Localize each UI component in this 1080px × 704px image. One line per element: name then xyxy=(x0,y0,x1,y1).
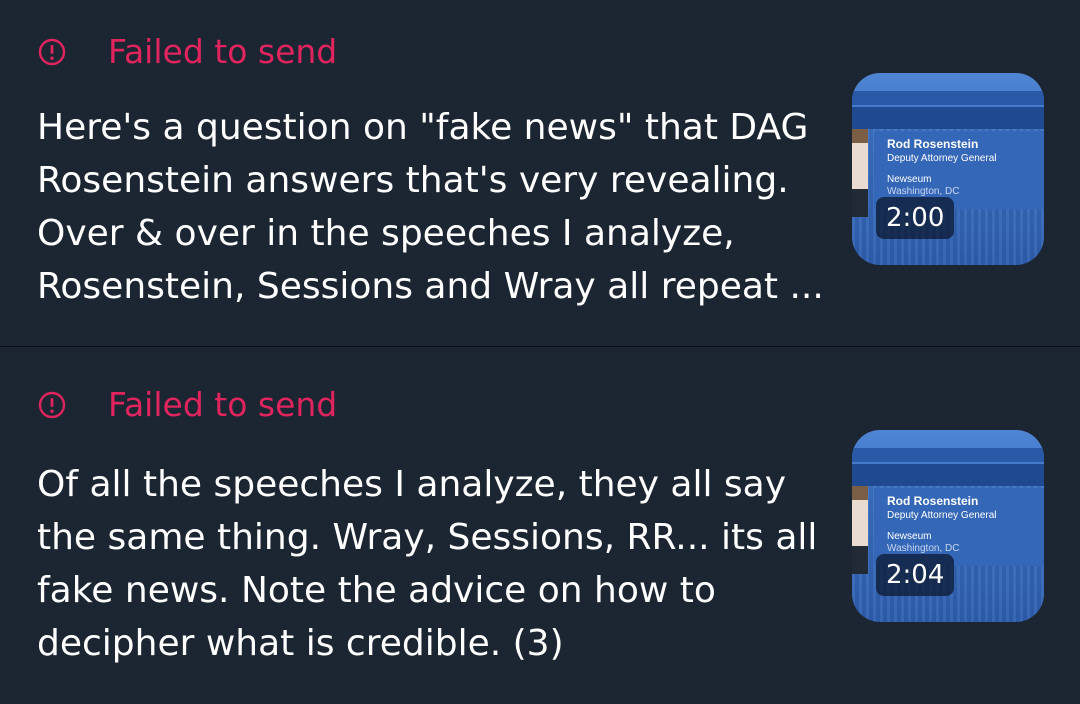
video-thumbnail[interactable]: Rod Rosenstein Deputy Attorney General N… xyxy=(852,73,1044,265)
video-duration-badge: 2:04 xyxy=(876,554,955,596)
speaker-image xyxy=(852,486,868,574)
video-duration-badge: 2:00 xyxy=(876,197,955,239)
failed-status-label: Failed to send xyxy=(108,32,338,71)
failed-status-label: Failed to send xyxy=(108,385,338,424)
failed-tweet-item[interactable]: Failed to send Of all the speeches I ana… xyxy=(0,348,1080,704)
tweet-text: Of all the speeches I analyze, they all … xyxy=(37,464,818,664)
video-thumbnail[interactable]: Rod Rosenstein Deputy Attorney General N… xyxy=(852,430,1044,622)
alert-circle-icon xyxy=(38,38,66,66)
speaker-image xyxy=(852,129,868,217)
speaker-name: Rod Rosenstein xyxy=(887,494,979,508)
tweet-text: Here's a question on "fake news" that DA… xyxy=(37,107,824,307)
alert-circle-icon xyxy=(38,391,66,419)
speaker-name: Rod Rosenstein xyxy=(887,137,979,151)
speaker-title: Deputy Attorney General xyxy=(887,153,997,164)
location-label: Washington, DC xyxy=(887,186,960,197)
failed-status-row: Failed to send xyxy=(38,30,337,74)
failed-status-row: Failed to send xyxy=(38,383,337,427)
venue-label: Newseum xyxy=(887,174,932,185)
failed-tweet-item[interactable]: Failed to send Here's a question on "fak… xyxy=(0,0,1080,347)
venue-label: Newseum xyxy=(887,531,932,542)
speaker-title: Deputy Attorney General xyxy=(887,510,997,521)
location-label: Washington, DC xyxy=(887,543,960,554)
